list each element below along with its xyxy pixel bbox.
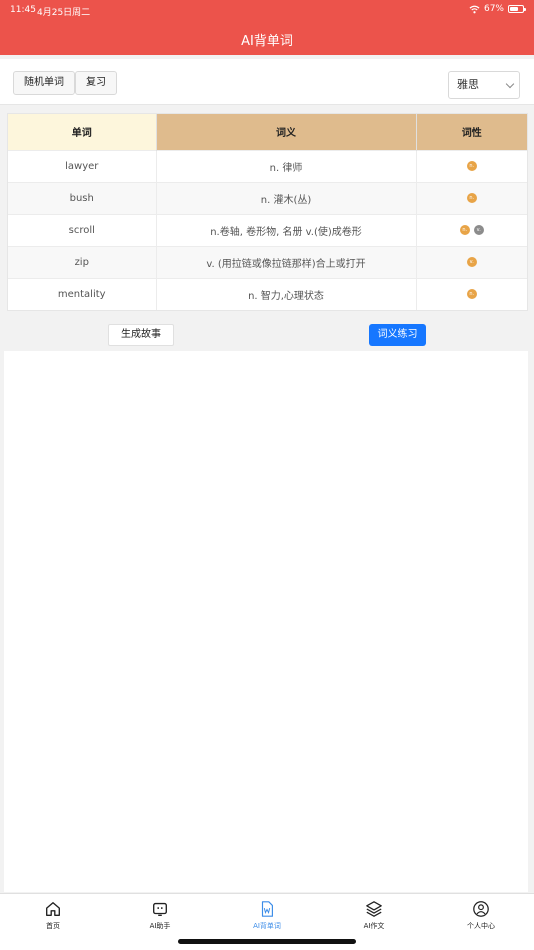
tab-ai-assistant[interactable]: AI助手 bbox=[120, 900, 200, 931]
pos-noun-badge: n. bbox=[466, 288, 477, 299]
generate-story-button[interactable]: 生成故事 bbox=[108, 324, 174, 346]
table-header-row: 单词 词义 词性 bbox=[8, 114, 527, 150]
review-button[interactable]: 复习 bbox=[75, 71, 117, 95]
app-header: 11:45 4月25日周二 67% AI背单词 bbox=[0, 0, 534, 55]
tab-label: 个人中心 bbox=[467, 922, 495, 930]
page-title: AI背单词 bbox=[241, 34, 293, 49]
table-row[interactable]: zip v. (用拉链或像拉链那样)合上或打开 v. bbox=[8, 245, 527, 278]
layers-icon bbox=[366, 901, 382, 917]
cell-pos: n. bbox=[416, 149, 527, 182]
tab-label: AI作文 bbox=[363, 922, 385, 930]
status-bar: 11:45 4月25日周二 67% bbox=[0, 0, 534, 20]
pos-noun-badge: n. bbox=[466, 160, 477, 171]
header-meaning: 词义 bbox=[156, 114, 417, 150]
table-row[interactable]: bush n. 灌木(丛) n. bbox=[8, 181, 527, 214]
pos-noun-badge: n. bbox=[459, 224, 470, 235]
battery-fill bbox=[510, 7, 519, 11]
user-circle-icon bbox=[473, 901, 489, 917]
header-word: 单词 bbox=[8, 114, 157, 150]
cell-meaning: v. (用拉链或像拉链那样)合上或打开 bbox=[156, 245, 417, 278]
cell-word: lawyer bbox=[8, 149, 157, 182]
tab-label: AI背单词 bbox=[253, 922, 281, 930]
table-row[interactable]: mentality n. 智力,心理状态 n. bbox=[8, 277, 527, 310]
cell-meaning: n. 灌木(丛) bbox=[156, 181, 417, 214]
toolbar: 随机单词 复习 雅思 bbox=[0, 59, 534, 105]
pos-verb-badge: v. bbox=[473, 224, 484, 235]
table-row[interactable]: scroll n.卷轴, 卷形物, 名册 v.(使)成卷形 n. v. bbox=[8, 213, 527, 246]
cell-meaning: n. 律师 bbox=[156, 149, 417, 182]
exam-type-select[interactable]: 雅思 bbox=[448, 71, 520, 99]
wifi-icon bbox=[469, 5, 480, 13]
cell-word: bush bbox=[8, 181, 157, 214]
cell-pos: v. bbox=[416, 245, 527, 278]
word-doc-icon bbox=[261, 901, 273, 917]
cell-pos: n. v. bbox=[416, 213, 527, 246]
cell-meaning: n.卷轴, 卷形物, 名册 v.(使)成卷形 bbox=[156, 213, 417, 246]
chevron-down-icon bbox=[505, 79, 515, 89]
cell-meaning: n. 智力,心理状态 bbox=[156, 277, 417, 310]
status-date: 4月25日周二 bbox=[37, 8, 91, 18]
cell-pos: n. bbox=[416, 181, 527, 214]
tab-profile[interactable]: 个人中心 bbox=[441, 900, 521, 931]
tab-ai-words[interactable]: AI背单词 bbox=[227, 900, 307, 931]
cell-word: zip bbox=[8, 245, 157, 278]
status-time: 11:45 bbox=[10, 5, 36, 15]
story-content-panel bbox=[4, 351, 528, 892]
pos-verb-badge: v. bbox=[466, 256, 477, 267]
header-pos: 词性 bbox=[416, 114, 527, 150]
battery-icon bbox=[508, 5, 526, 13]
tab-ai-essay[interactable]: AI作文 bbox=[334, 900, 414, 931]
table-row[interactable]: lawyer n. 律师 n. bbox=[8, 149, 527, 182]
cell-word: scroll bbox=[8, 213, 157, 246]
battery-percent: 67% bbox=[483, 4, 504, 14]
word-table: 单词 词义 词性 lawyer n. 律师 n. bush n. 灌木(丛) n… bbox=[7, 113, 528, 311]
meaning-practice-button[interactable]: 词义练习 bbox=[369, 324, 426, 346]
tab-label: 首页 bbox=[46, 922, 60, 930]
tab-label: AI助手 bbox=[149, 922, 171, 930]
status-indicators: 67% bbox=[469, 4, 526, 14]
pos-noun-badge: n. bbox=[466, 192, 477, 203]
cell-word: mentality bbox=[8, 277, 157, 310]
tab-home[interactable]: 首页 bbox=[13, 900, 93, 931]
random-words-button[interactable]: 随机单词 bbox=[13, 71, 75, 95]
action-row: 生成故事 词义练习 bbox=[0, 320, 534, 350]
home-indicator bbox=[178, 939, 356, 944]
robot-icon bbox=[153, 902, 167, 916]
home-icon bbox=[46, 902, 60, 916]
exam-type-value: 雅思 bbox=[457, 78, 479, 91]
cell-pos: n. bbox=[416, 277, 527, 310]
